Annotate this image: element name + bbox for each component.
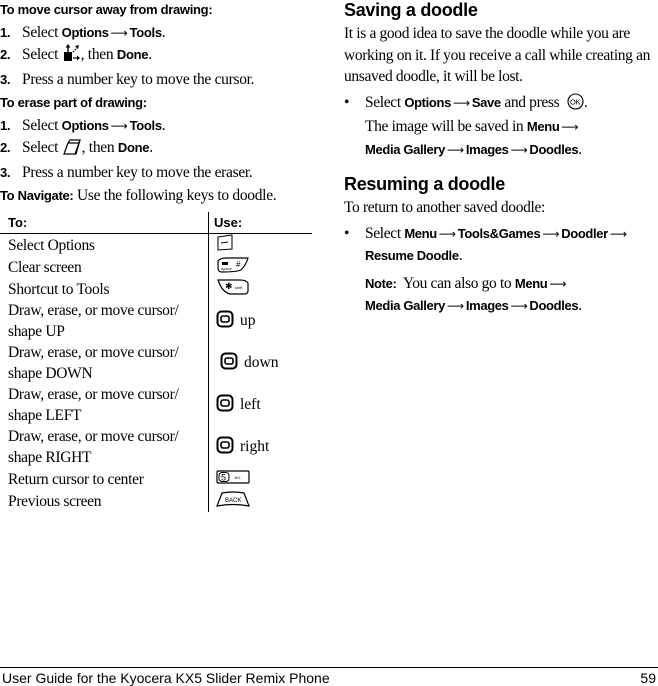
star-shift-key-icon: ✱ shift xyxy=(216,278,250,300)
table-header: To: Use: xyxy=(0,212,312,234)
table-row: Previous screen BACK xyxy=(0,490,312,512)
page-number: 59 xyxy=(640,670,656,686)
move-cursor-step-1: 1. Select Options ⟶ Tools. xyxy=(0,24,166,41)
table-row: Clear screen space # xyxy=(0,256,312,278)
move-cursor-tool-icon xyxy=(63,44,80,69)
nav-key-right-icon xyxy=(216,436,234,459)
svg-text:✱: ✱ xyxy=(225,282,233,292)
svg-text:#: # xyxy=(236,260,241,269)
right-column: Saving a doodle It is a good idea to sav… xyxy=(344,0,658,318)
nav-key-up-icon xyxy=(216,310,234,333)
navigation-key-table: To: Use: Select Options Clear screen spa… xyxy=(0,212,312,512)
svg-text:BACK: BACK xyxy=(225,498,241,504)
tools-menu-ref: Tools xyxy=(129,25,163,40)
resuming-note: Note: You can also go to Menu ⟶ Media Gal… xyxy=(365,274,582,315)
svg-text:shift: shift xyxy=(235,285,243,290)
table-row: Draw, erase, or move cursor/ shape LEFT … xyxy=(8,386,261,424)
footer-title: User Guide for the Kyocera KX5 Slider Re… xyxy=(2,670,330,686)
note-label: Note: xyxy=(365,275,397,291)
erase-step-1: 1. Select Options ⟶ Tools. xyxy=(0,117,166,134)
move-cursor-step-2: 2. Select , then Done. xyxy=(0,44,320,69)
table-row: Select Options xyxy=(0,234,312,256)
svg-text:OK: OK xyxy=(570,97,580,106)
table-row: Return cursor to center 5 JKL xyxy=(0,468,312,490)
resuming-doodle-heading: Resuming a doodle xyxy=(344,174,505,194)
done-ref: Done xyxy=(116,47,149,62)
svg-text:space: space xyxy=(221,266,232,271)
erase-heading: To erase part of drawing: xyxy=(0,95,147,110)
back-key-icon: BACK xyxy=(216,490,250,512)
five-jkl-key-icon: 5 JKL xyxy=(216,469,250,489)
saving-instruction: • Select Options ⟶ Save and press OK . The… xyxy=(344,92,588,158)
page-footer: User Guide for the Kyocera KX5 Slider Re… xyxy=(0,667,658,686)
options-menu-ref: Options xyxy=(61,25,109,40)
erase-step-3: 3. Press a number key to move the eraser… xyxy=(0,164,253,181)
eraser-tool-icon xyxy=(62,139,81,162)
pound-key-icon: space # xyxy=(216,256,250,278)
col-header-use: Use: xyxy=(214,215,243,230)
navigate-intro: To Navigate: Use the following keys to d… xyxy=(0,187,277,204)
nav-direction-label: left xyxy=(240,396,261,413)
svg-text:5: 5 xyxy=(221,472,226,482)
saving-doodle-heading: Saving a doodle xyxy=(344,0,478,20)
nav-key-down-icon xyxy=(220,352,238,375)
nav-direction-label: right xyxy=(240,438,270,455)
table-row: Draw, erase, or move cursor/ shape UP up xyxy=(8,302,256,340)
resuming-instruction: • Select Menu ⟶ Tools&Games ⟶ Doodler ⟶ Resum… xyxy=(344,224,627,265)
nav-direction-label: down xyxy=(244,354,279,371)
table-row: Draw, erase, or move cursor/ shape DOWN … xyxy=(8,344,279,382)
saving-doodle-paragraph: It is a good idea to save the doodle whi… xyxy=(344,25,651,85)
erase-step-2: 2. Select , then Done. xyxy=(0,137,320,162)
left-softkey-icon xyxy=(216,234,234,256)
nav-direction-label: up xyxy=(240,312,256,329)
resuming-doodle-paragraph: To return to another saved doodle: xyxy=(344,199,545,216)
col-header-to: To: xyxy=(8,215,28,230)
table-row: Draw, erase, or move cursor/ shape RIGHT… xyxy=(8,428,270,466)
nav-key-left-icon xyxy=(216,394,234,417)
move-cursor-step-3: 3. Press a number key to move the cursor… xyxy=(0,71,255,88)
move-cursor-heading: To move cursor away from drawing: xyxy=(0,2,213,17)
table-row: Shortcut to Tools ✱ shift xyxy=(0,278,312,300)
svg-text:JKL: JKL xyxy=(234,475,242,480)
ok-key-icon: OK xyxy=(567,92,584,117)
